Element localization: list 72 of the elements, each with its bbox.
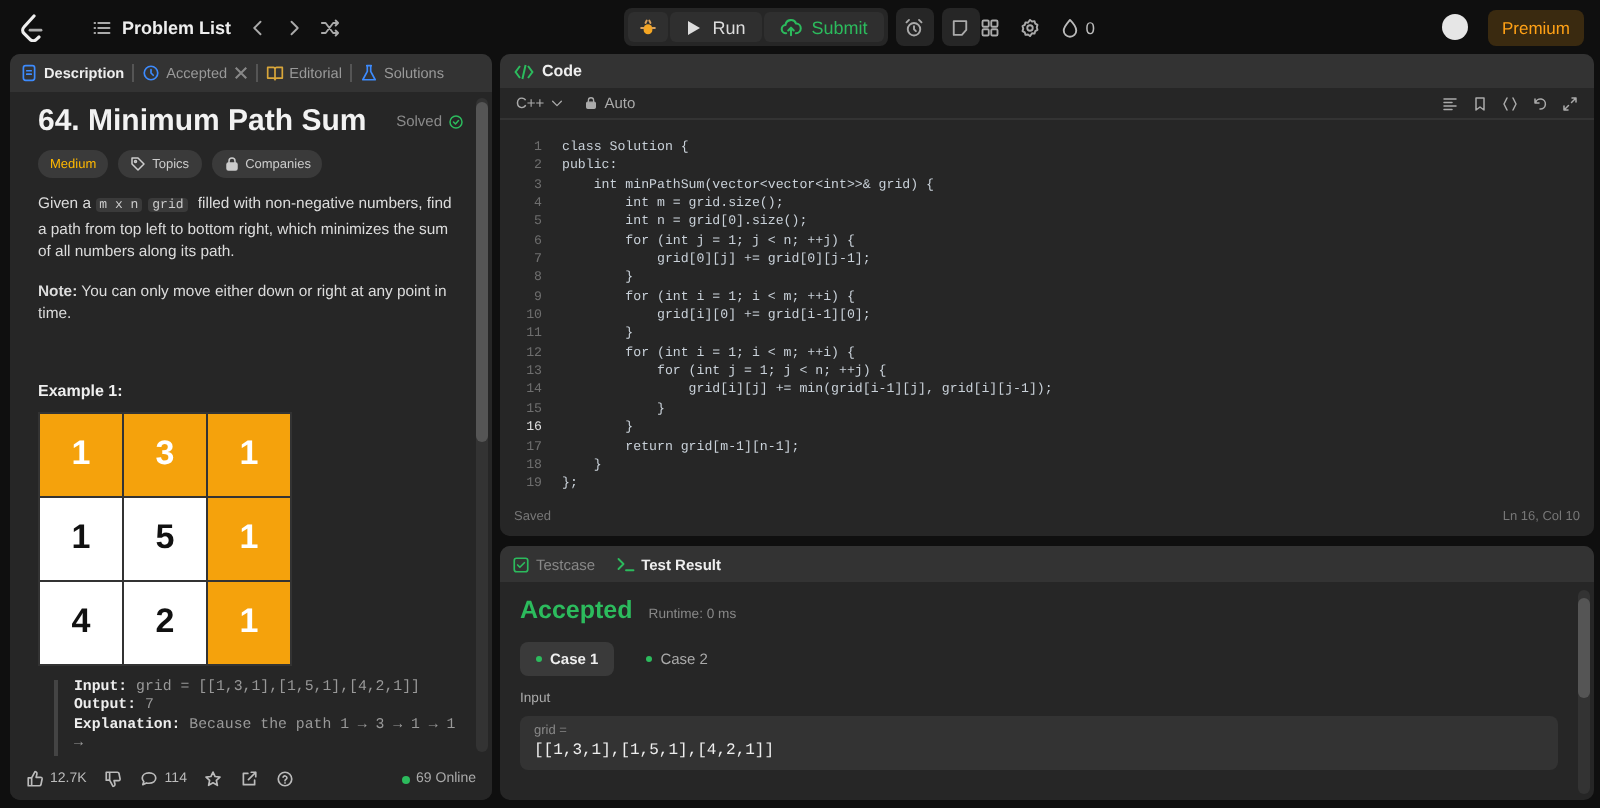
cloud-upload-icon [779,16,802,38]
expand-button[interactable] [1562,95,1578,111]
online-indicator-icon [402,775,411,783]
code-brackets-icon [514,63,534,79]
bookmark-button[interactable] [1472,95,1488,111]
checkbox-icon [512,555,530,573]
tag-icon [130,156,147,172]
grid-cell: 1 [208,497,290,579]
expand-icon [1562,95,1578,111]
lock-icon [223,156,240,172]
submit-button[interactable]: Submit [763,12,884,42]
run-button[interactable]: Run [670,12,762,42]
terminal-icon [615,554,636,574]
problem-title: 64. Minimum Path Sum [38,104,367,138]
comment-icon [140,770,159,788]
align-lines-icon [1442,95,1458,111]
list-icon [92,17,112,37]
shuffle-button[interactable] [319,17,340,37]
thumbs-up-icon [26,770,44,788]
grid-cell: 1 [208,581,290,663]
thumbs-down-icon [104,770,123,788]
grid-cell: 5 [124,497,206,579]
grid-cell: 2 [124,581,206,663]
lock-icon [584,96,599,110]
avatar[interactable] [1441,14,1468,40]
chevron-down-icon [550,96,565,110]
scrollbar[interactable] [476,98,488,752]
bug-icon [638,17,659,37]
scrollbar[interactable] [1578,590,1590,794]
note-icon [950,17,971,37]
verdict-label: Accepted [520,596,633,624]
bookmark-icon [1472,95,1488,111]
grid-cell: 1 [40,413,122,495]
book-icon [265,64,284,82]
grid-layout-icon [979,17,1000,37]
example-heading: Example 1: [38,381,125,399]
share-button[interactable] [240,770,259,788]
braces-icon [1502,95,1518,111]
settings-button[interactable] [1019,17,1040,37]
play-icon [686,19,703,35]
close-icon[interactable] [233,66,248,80]
clock-icon [142,64,161,82]
alarm-clock-icon [904,17,925,37]
grid-cell: 1 [40,497,122,579]
timer-button[interactable] [895,8,934,46]
external-link-icon [240,770,259,788]
logo-icon[interactable] [20,13,44,41]
notes-button[interactable] [941,8,980,46]
grid-cell: 4 [40,581,122,663]
format-button[interactable] [1442,95,1458,111]
problem-list-button[interactable]: Problem List [92,17,232,37]
parameter-value: [[1,3,1],[1,5,1],[4,2,1]] [534,742,777,760]
undo-icon [1532,95,1548,111]
help-icon [276,770,295,788]
braces-button[interactable] [1502,95,1518,111]
premium-button[interactable]: Premium [1487,9,1584,45]
star-icon [204,770,223,788]
document-icon [20,64,38,82]
reset-button[interactable] [1532,95,1548,111]
panel-title: Code [542,62,582,80]
grid-cell: 1 [208,413,290,495]
dislike-button[interactable] [104,770,123,788]
check-circle-icon [448,113,464,129]
settings-icon [1019,17,1040,37]
streak-counter[interactable]: 0 [1059,17,1095,37]
grid-cell: 3 [124,413,206,495]
shuffle-icon [319,17,340,37]
debug-button[interactable] [628,12,669,42]
flask-icon [359,64,378,82]
favorite-button[interactable] [204,770,223,788]
help-button[interactable] [276,770,295,788]
layout-button[interactable] [979,17,1000,37]
